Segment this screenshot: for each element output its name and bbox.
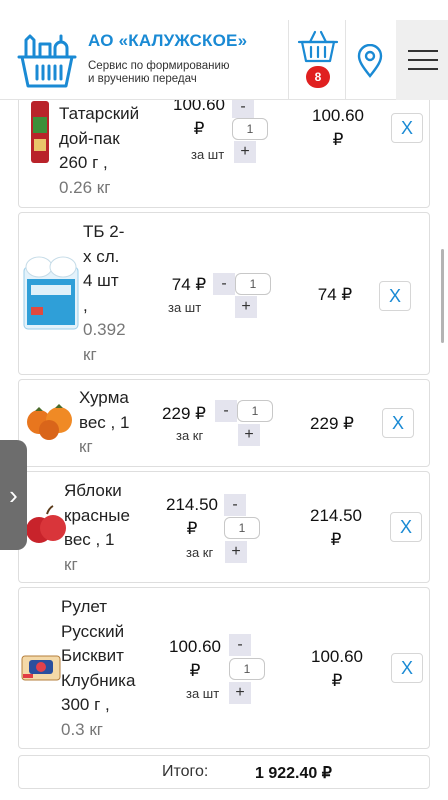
item-weight: 0.26 кг bbox=[59, 177, 111, 197]
remove-item-button[interactable]: X bbox=[391, 113, 423, 143]
item-price: 214.50 ₽ bbox=[166, 495, 218, 538]
brand-subtitle-line: Сервис по формированию bbox=[88, 60, 230, 72]
item-price: 100.60 ₽ bbox=[173, 95, 225, 138]
basket-logo-icon[interactable] bbox=[16, 30, 78, 90]
quantity-input[interactable]: 1 bbox=[224, 517, 260, 539]
side-panel-toggle[interactable]: › bbox=[0, 440, 27, 550]
quantity-input[interactable]: 1 bbox=[229, 658, 265, 680]
cart-count-badge: 8 bbox=[306, 66, 330, 88]
quantity-input[interactable]: 1 bbox=[232, 118, 268, 140]
quantity-decrease-button[interactable]: - bbox=[229, 634, 251, 656]
quantity-decrease-button[interactable]: - bbox=[213, 273, 235, 295]
brand-subtitle-line: и вручению передач bbox=[88, 73, 197, 85]
item-unit: за кг bbox=[186, 545, 214, 560]
total-label: Итого: bbox=[162, 763, 209, 780]
item-name: ТБ 2- х сл. 4 шт , 0.392 кг bbox=[83, 222, 126, 364]
total-value: 1 922.40 ₽ bbox=[255, 765, 332, 782]
quantity-increase-button[interactable]: + bbox=[235, 296, 257, 318]
item-weight: кг bbox=[64, 554, 78, 574]
item-total: 229 ₽ bbox=[310, 414, 354, 433]
item-name: Яблоки красные вес , 1 кг bbox=[64, 479, 130, 577]
header-divider bbox=[345, 20, 346, 100]
cart-item: Хурма вес , 1 кг 229 ₽ - 1 за кг + 229 ₽… bbox=[18, 379, 430, 467]
item-unit: за шт bbox=[168, 300, 202, 315]
brand-title: АО «КАЛУЖСКОЕ» bbox=[88, 31, 248, 50]
item-total: 100.60 ₽ bbox=[311, 647, 363, 690]
hamburger-menu-button[interactable] bbox=[396, 20, 448, 100]
chevron-right-icon: › bbox=[9, 480, 18, 510]
red-apples-image bbox=[26, 505, 66, 543]
item-weight: кг bbox=[79, 437, 93, 456]
item-total: 214.50 ₽ bbox=[310, 506, 362, 549]
persimmon-image bbox=[27, 404, 72, 440]
remove-item-button[interactable]: X bbox=[379, 281, 411, 311]
quantity-increase-button[interactable]: + bbox=[225, 541, 247, 563]
item-unit: за кг bbox=[176, 428, 204, 443]
brand-block[interactable]: АО «КАЛУЖСКОЕ» Сервис по формированию и … bbox=[88, 31, 247, 86]
cart-item: Рулет Русский Бисквит Клубника 300 г , 0… bbox=[18, 587, 430, 749]
cart-summary: Итого: 1 922.40 ₽ bbox=[18, 755, 430, 789]
quantity-input[interactable]: 1 bbox=[237, 400, 273, 422]
quantity-increase-button[interactable]: + bbox=[238, 424, 260, 446]
remove-item-button[interactable]: X bbox=[390, 512, 422, 542]
header-divider bbox=[288, 20, 289, 100]
app-header: АО «КАЛУЖСКОЕ» Сервис по формированию и … bbox=[0, 0, 448, 100]
item-unit: за шт bbox=[191, 147, 225, 162]
item-total: 100.60 ₽ bbox=[312, 106, 364, 149]
item-price: 100.60 ₽ bbox=[169, 637, 221, 680]
item-name: Хурма вес , 1 кг bbox=[79, 386, 129, 460]
item-weight: 0.392 bbox=[83, 320, 126, 339]
quantity-decrease-button[interactable]: - bbox=[224, 494, 246, 516]
quantity-increase-button[interactable]: + bbox=[234, 141, 256, 163]
quantity-decrease-button[interactable]: - bbox=[215, 400, 237, 422]
brand-subtitle: Сервис по формированию и вручению переда… bbox=[88, 60, 247, 86]
ketchup-pack-image bbox=[31, 101, 49, 163]
sponge-roll-image bbox=[21, 655, 61, 681]
item-name: Рулет Русский Бисквит Клубника 300 г , 0… bbox=[61, 595, 135, 742]
item-price: 74 ₽ bbox=[171, 275, 207, 294]
remove-item-button[interactable]: X bbox=[391, 653, 423, 683]
quantity-input[interactable]: 1 bbox=[235, 273, 271, 295]
cart-item: Яблоки красные вес , 1 кг 214.50 ₽ - 1 з… bbox=[18, 471, 430, 583]
item-weight: 0.3 кг bbox=[61, 719, 103, 739]
item-name: Татарский дой-пак 260 г , 0.26 кг bbox=[59, 102, 139, 200]
location-pin-icon bbox=[357, 43, 383, 78]
toilet-paper-image bbox=[23, 256, 79, 330]
location-button[interactable] bbox=[356, 43, 384, 78]
item-total: 74 ₽ bbox=[317, 285, 353, 304]
quantity-increase-button[interactable]: + bbox=[229, 682, 251, 704]
cart-icon bbox=[297, 30, 339, 63]
cart-button[interactable]: 8 bbox=[297, 28, 339, 88]
item-unit: за шт bbox=[186, 686, 220, 701]
item-price: 229 ₽ bbox=[162, 404, 206, 423]
cart-item: ТБ 2- х сл. 4 шт , 0.392 кг 74 ₽ - 1 за … bbox=[18, 212, 430, 375]
scrollbar[interactable] bbox=[441, 249, 444, 343]
remove-item-button[interactable]: X bbox=[382, 408, 414, 438]
